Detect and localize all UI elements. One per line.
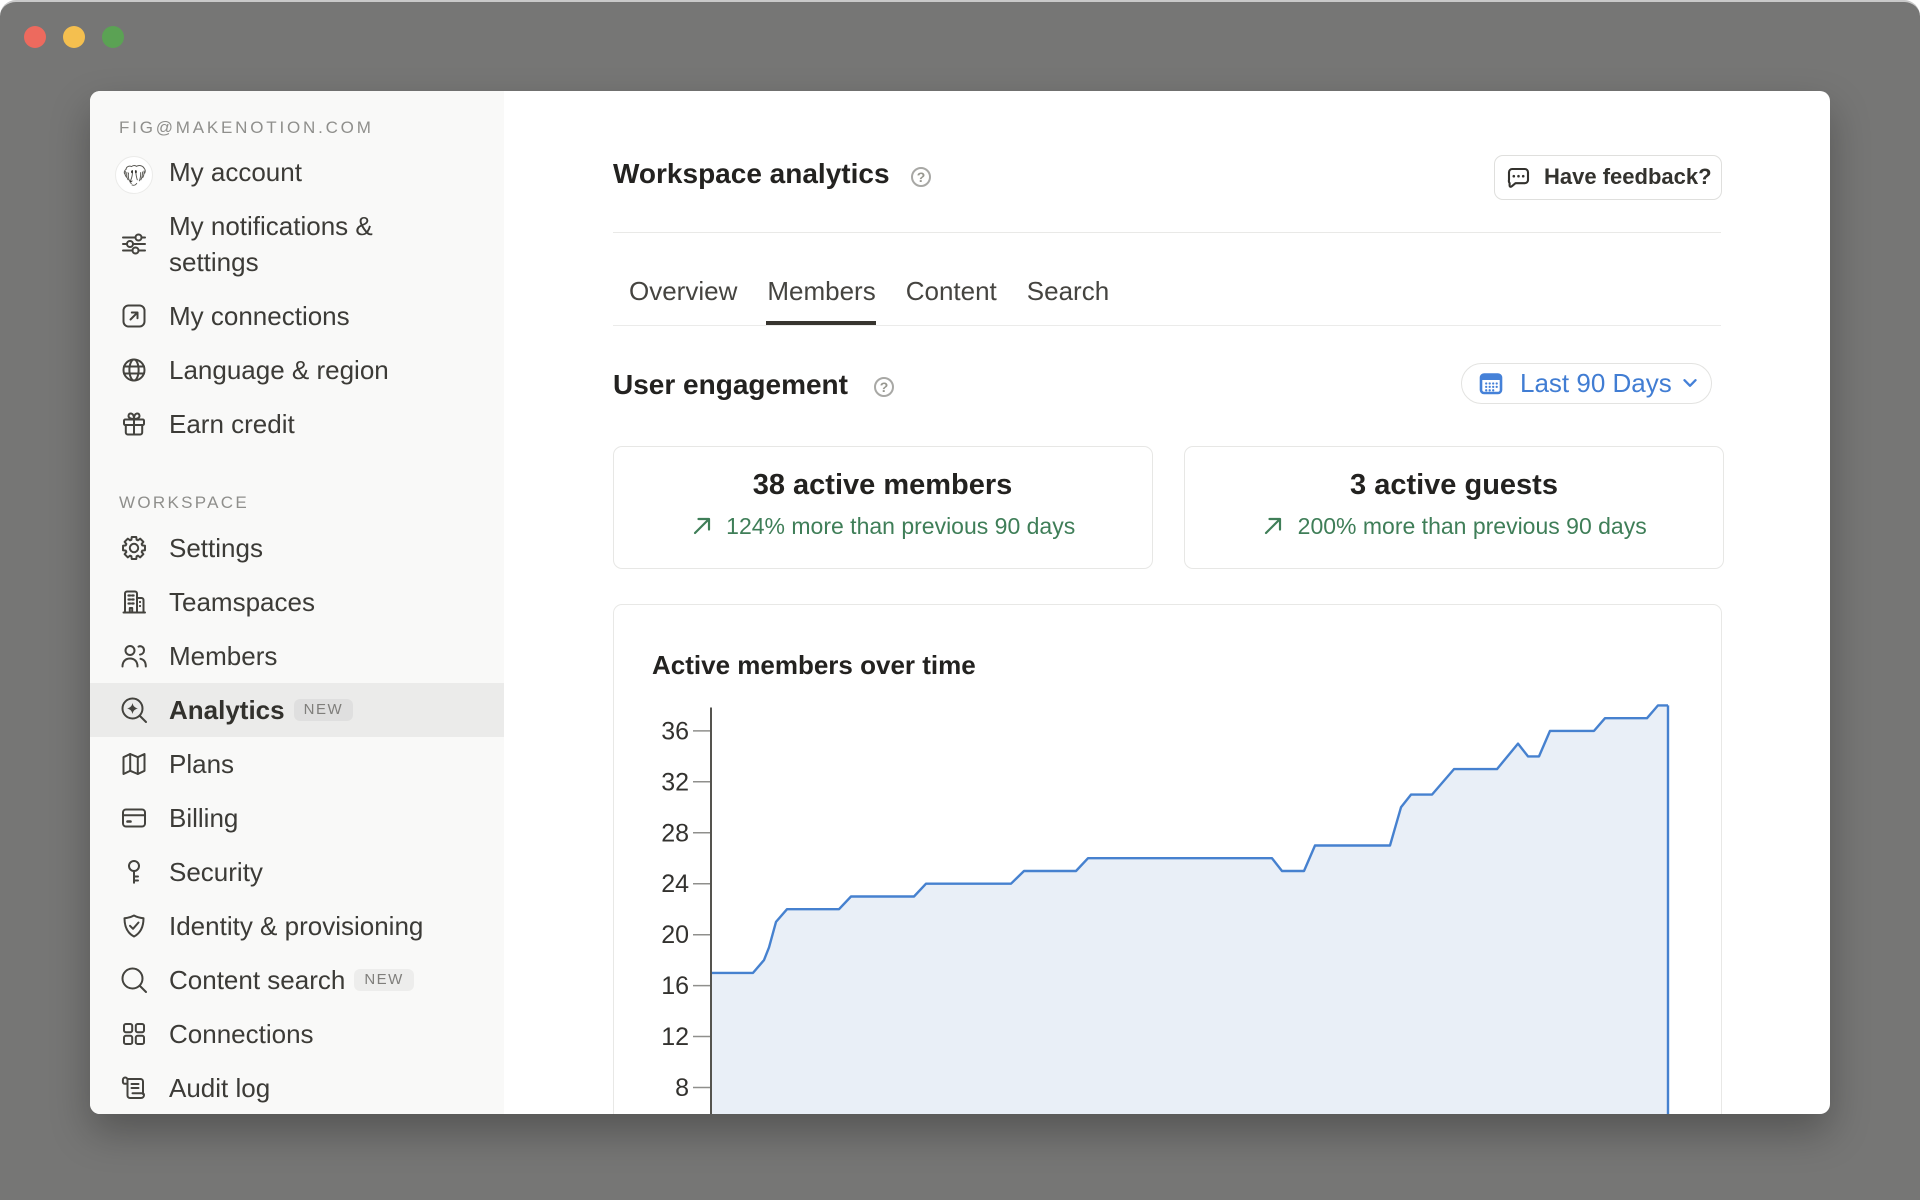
svg-text:28: 28 [661,819,689,847]
svg-text:16: 16 [661,972,689,1000]
svg-text:24: 24 [661,870,689,898]
svg-text:36: 36 [661,717,689,745]
svg-text:32: 32 [661,768,689,796]
svg-text:8: 8 [675,1074,689,1102]
svg-text:12: 12 [661,1023,689,1051]
svg-text:20: 20 [661,921,689,949]
